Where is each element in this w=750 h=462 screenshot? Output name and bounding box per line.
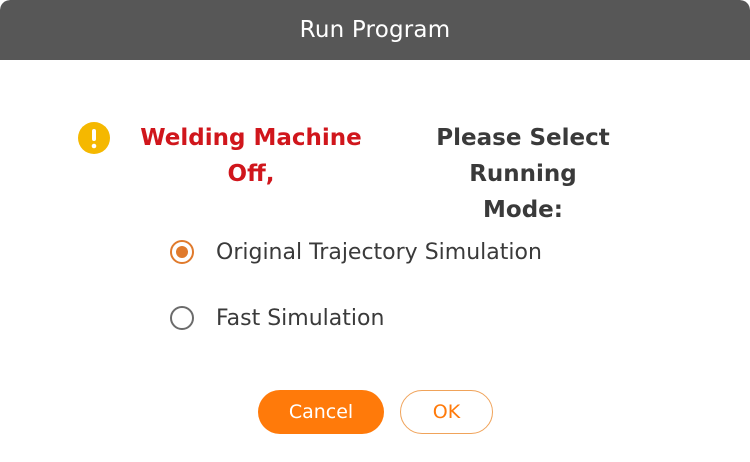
dialog-title: Run Program xyxy=(299,17,451,43)
option-fast-simulation[interactable]: Fast Simulation xyxy=(170,298,542,338)
alert-text: Welding Machine Off, xyxy=(140,120,362,192)
dialog-message: Welding Machine Off, Please Select Runni… xyxy=(0,118,750,223)
radio-unselected-icon[interactable] xyxy=(170,306,194,330)
option-label: Fast Simulation xyxy=(216,305,385,331)
radio-dot xyxy=(176,246,188,258)
prompt-text-line2: Mode: xyxy=(483,197,563,223)
option-original-trajectory-simulation[interactable]: Original Trajectory Simulation xyxy=(170,232,542,272)
option-label: Original Trajectory Simulation xyxy=(216,239,542,265)
radio-selected-icon[interactable] xyxy=(170,240,194,264)
cancel-button[interactable]: Cancel xyxy=(258,390,384,434)
run-program-dialog: Run Program Welding Machine Off, Please … xyxy=(0,0,750,462)
dialog-titlebar: Run Program xyxy=(0,0,750,60)
running-mode-options: Original Trajectory Simulation Fast Simu… xyxy=(170,232,542,364)
prompt-text: Please Select Running Mode: xyxy=(383,120,663,228)
warning-circle-icon xyxy=(78,122,110,154)
alert-text-line2: Off, xyxy=(227,161,275,187)
ok-button[interactable]: OK xyxy=(400,390,493,434)
alert-text-line1: Welding Machine xyxy=(140,125,362,151)
dialog-buttons: Cancel OK xyxy=(0,390,750,436)
prompt-text-line1: Please Select Running xyxy=(436,125,610,187)
